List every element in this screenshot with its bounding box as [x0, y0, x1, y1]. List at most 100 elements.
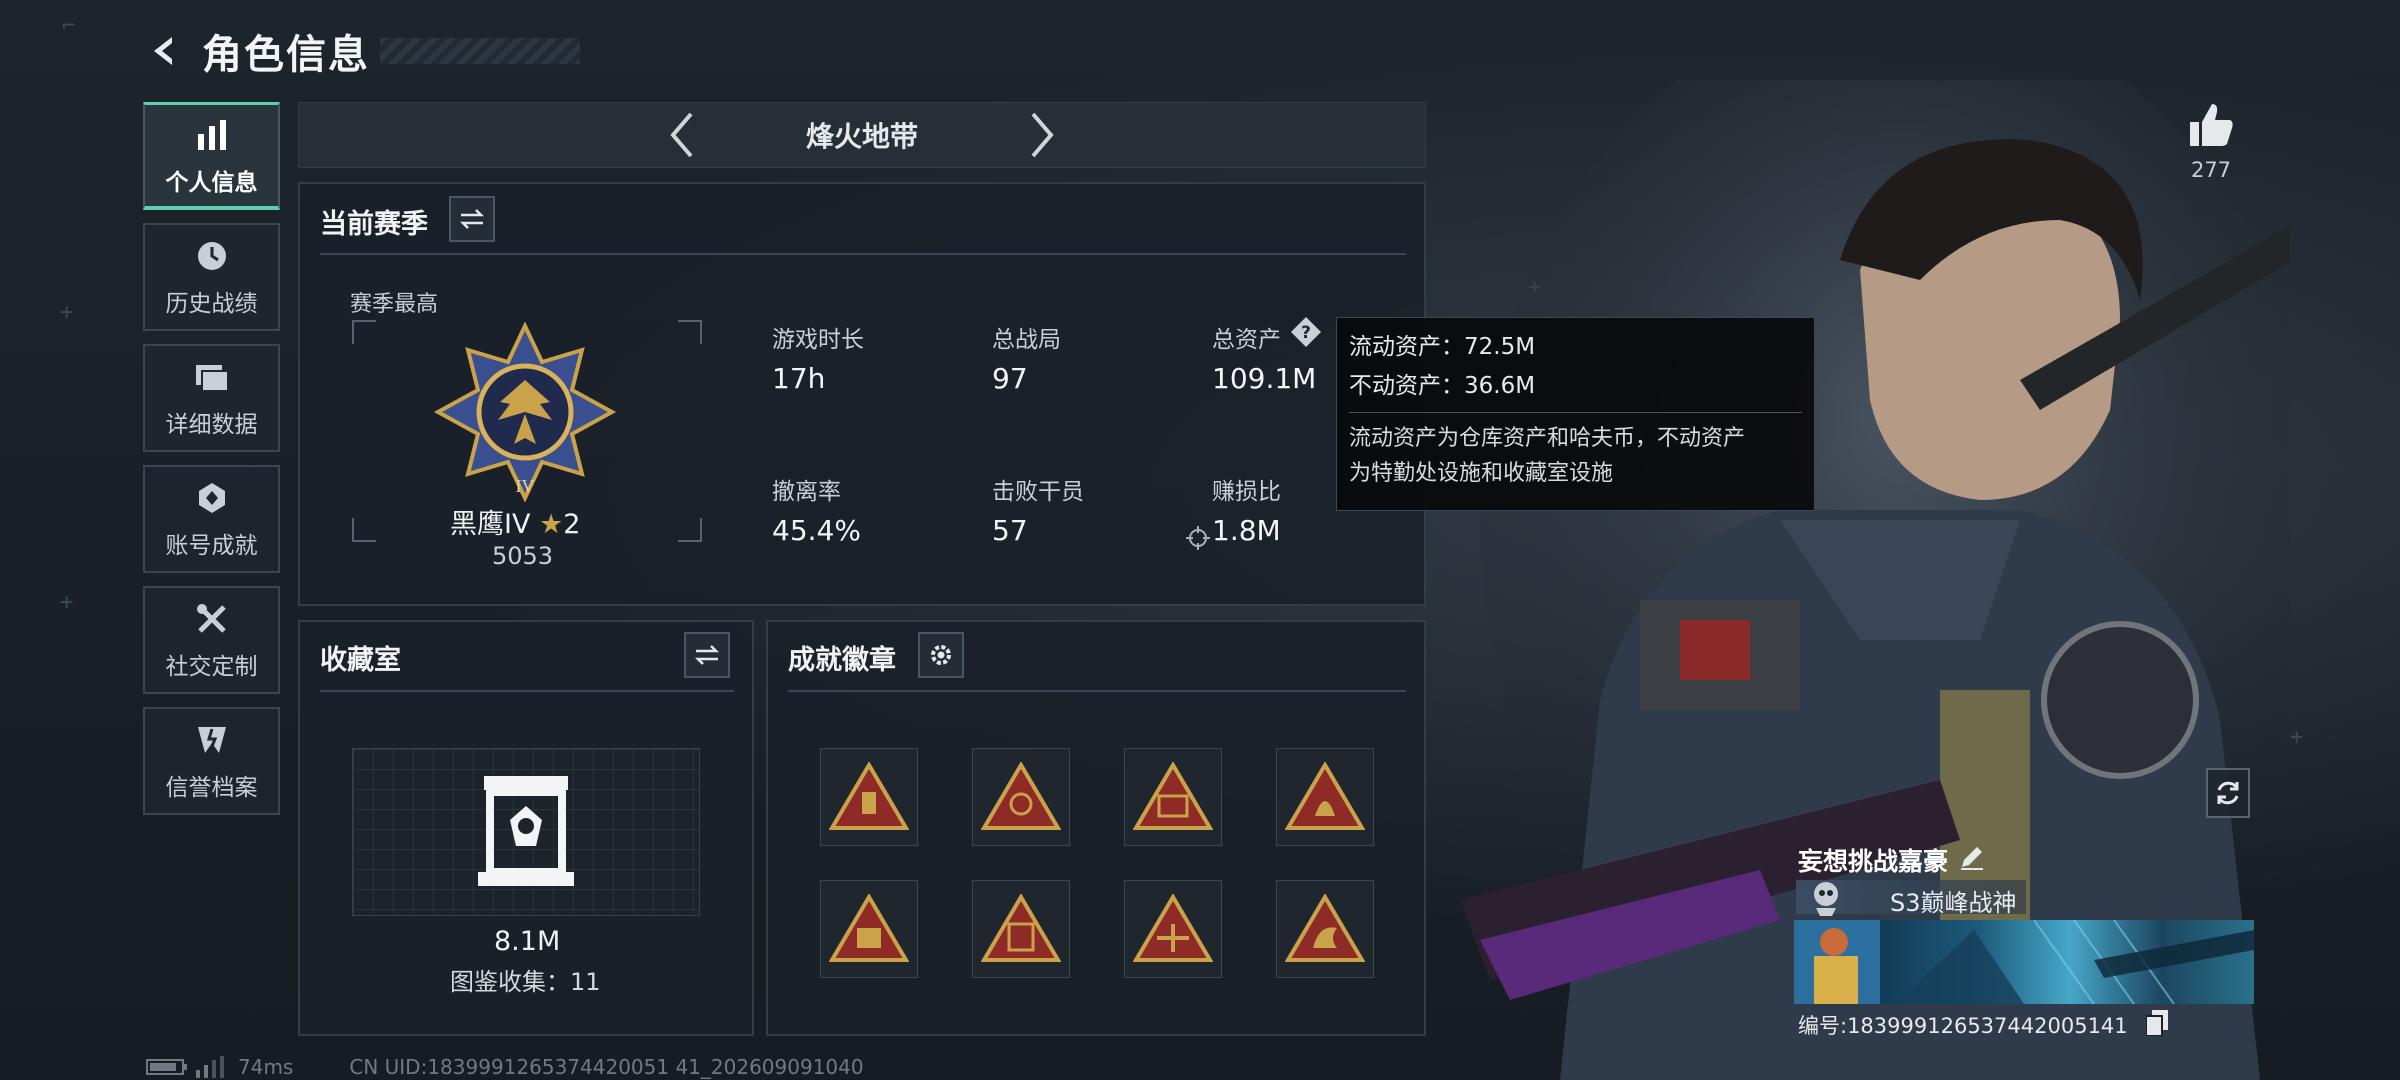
stat-value-playtime: 17h — [772, 362, 826, 395]
chevron-right-icon — [1031, 112, 1054, 158]
bar-chart-icon — [192, 115, 232, 155]
badge-icon — [829, 762, 909, 830]
tools-icon — [192, 599, 232, 639]
achievement-badge-7[interactable] — [1124, 880, 1222, 978]
badge-icon — [1285, 894, 1365, 962]
tooltip-divider — [1349, 412, 1802, 413]
stat-label-total-assets: 总资产 — [1212, 327, 1281, 353]
stat-label-kills: 击败干员 — [992, 479, 1084, 505]
achievement-badge-8[interactable] — [1276, 880, 1374, 978]
title-emblem-icon — [1814, 882, 1838, 916]
help-icon[interactable]: ? — [1290, 316, 1322, 348]
collection-title: 收藏室 — [320, 645, 401, 676]
asset-tooltip: 流动资产：72.5M 不动资产：36.6M 流动资产为仓库资产和哈夫币，不动资产… — [1336, 317, 1815, 511]
prev-mode-button[interactable] — [652, 105, 712, 165]
stat-value-total-assets: 109.1M — [1212, 362, 1317, 395]
chevron-left-icon — [670, 112, 693, 158]
gear-icon — [931, 645, 951, 665]
collection-value: 8.1M — [494, 926, 561, 957]
nav-item-reputation[interactable]: 信誉档案 — [143, 707, 280, 815]
achievement-badge-5[interactable] — [820, 880, 918, 978]
mode-selector: 烽火地带 — [298, 102, 1426, 168]
tooltip-fixed-assets: 不动资产：36.6M — [1349, 373, 1536, 399]
season-switch-button[interactable] — [449, 196, 495, 242]
status-footer: 74ms CN UID:1839991265374420051 41_20260… — [146, 1055, 864, 1079]
divider — [320, 690, 734, 692]
back-button[interactable] — [140, 27, 188, 75]
signal-icon — [196, 1056, 224, 1078]
tooltip-desc-line2: 为特勤处设施和收藏室设施 — [1349, 461, 1614, 486]
copy-icon — [2145, 1010, 2168, 1037]
stat-label-extract-rate: 撤离率 — [772, 479, 841, 505]
rank-emblem-icon: IV — [433, 322, 617, 502]
side-nav: 个人信息 历史战绩 详细数据 账号成就 社交定制 信誉档案 — [143, 102, 280, 828]
divider — [788, 690, 1406, 692]
page-title: 角色信息 — [202, 32, 370, 78]
achievement-badge-2[interactable] — [972, 748, 1070, 846]
nav-item-match-history[interactable]: 历史战绩 — [143, 223, 280, 331]
bg-decor: + — [60, 590, 74, 615]
achievement-badge-1[interactable] — [820, 748, 918, 846]
nav-label: 详细数据 — [165, 412, 258, 438]
rank-name-text: 黑鹰IV — [450, 509, 531, 540]
refresh-icon — [2217, 781, 2239, 805]
page-header: 角色信息 — [140, 22, 580, 80]
collection-switch-button[interactable] — [684, 632, 730, 678]
rank-score: 5053 — [492, 542, 554, 570]
player-banner[interactable] — [1794, 920, 2254, 1004]
achievement-icon — [192, 478, 232, 518]
bg-decor: + — [60, 300, 74, 325]
nav-item-detailed-data[interactable]: 详细数据 — [143, 344, 280, 452]
badge-icon — [829, 894, 909, 962]
crosshair-icon — [1186, 526, 1210, 550]
badge-icon — [1285, 762, 1365, 830]
bg-decor: ⌐ — [62, 14, 76, 39]
clock-icon — [192, 236, 232, 276]
mode-title: 烽火地带 — [805, 120, 918, 153]
player-title: S3巅峰战神 — [1890, 889, 2017, 917]
nav-item-personal-info[interactable]: 个人信息 — [143, 102, 280, 210]
swap-icon — [459, 209, 485, 229]
rank-name: 黑鹰IV ★2 — [450, 502, 580, 541]
achievement-badge-6[interactable] — [972, 880, 1070, 978]
stat-value-profit-ratio: 1.8M — [1212, 514, 1281, 547]
stat-value-extract-rate: 45.4% — [772, 514, 861, 547]
nav-item-social-custom[interactable]: 社交定制 — [143, 586, 280, 694]
season-title: 当前赛季 — [320, 209, 428, 240]
copy-uid-button[interactable] — [2145, 1010, 2168, 1037]
swap-icon — [694, 645, 720, 665]
season-best-label: 赛季最高 — [350, 292, 439, 317]
nav-label: 信誉档案 — [165, 775, 258, 801]
nav-item-achievements[interactable]: 账号成就 — [143, 465, 280, 573]
edit-name-button[interactable] — [1958, 843, 1986, 871]
badge-icon — [981, 762, 1061, 830]
rotate-model-button[interactable] — [2206, 768, 2250, 818]
next-mode-button[interactable] — [1012, 105, 1072, 165]
back-arrow-icon — [154, 37, 172, 65]
collection-count: 图鉴收集：11 — [450, 968, 601, 996]
ping-text: 74ms — [238, 1055, 294, 1079]
display-case-icon — [478, 776, 574, 886]
rank-stars: 2 — [563, 509, 581, 540]
stat-label-profit-ratio: 赚损比 — [1212, 479, 1281, 505]
battery-icon — [146, 1059, 187, 1075]
stat-value-matches: 97 — [992, 362, 1028, 395]
player-name: 妄想挑战嘉豪 — [1798, 847, 1949, 876]
badges-title: 成就徽章 — [788, 645, 896, 676]
achievement-badge-3[interactable] — [1124, 748, 1222, 846]
divider — [320, 253, 1406, 255]
like-count: 277 — [2190, 158, 2232, 182]
title-decoration — [380, 38, 580, 64]
like-button[interactable] — [2186, 100, 2236, 154]
star-icon: ★ — [539, 509, 564, 540]
stat-label-matches: 总战局 — [992, 327, 1061, 353]
nav-label: 账号成就 — [165, 533, 258, 559]
badges-settings-button[interactable] — [918, 632, 964, 678]
svg-text:IV: IV — [516, 476, 535, 496]
stat-value-kills: 57 — [992, 514, 1028, 547]
achievement-badge-4[interactable] — [1276, 748, 1374, 846]
thumbs-up-icon — [2190, 104, 2233, 146]
nav-label: 个人信息 — [165, 169, 258, 196]
badge-icon — [1133, 762, 1213, 830]
tooltip-desc-line1: 流动资产为仓库资产和哈夫币，不动资产 — [1349, 426, 1746, 451]
